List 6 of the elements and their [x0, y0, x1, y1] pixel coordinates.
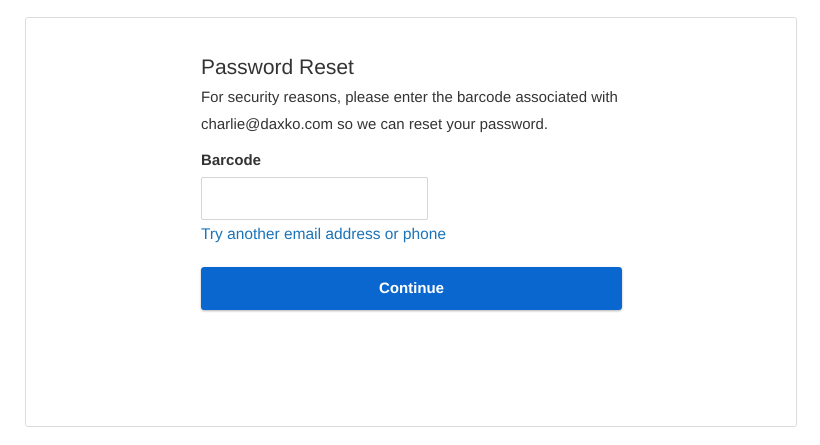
barcode-field[interactable]: [201, 177, 428, 220]
alternate-contact-link[interactable]: Try another email address or phone: [201, 224, 446, 246]
page-title: Password Reset: [201, 55, 354, 81]
field-label: Barcode: [201, 151, 262, 171]
description-text: For security reasons, please enter the barcode associated with charlie@daxko.com so we can reset your password.: [201, 88, 619, 135]
continue-button[interactable]: Continue: [201, 267, 622, 310]
